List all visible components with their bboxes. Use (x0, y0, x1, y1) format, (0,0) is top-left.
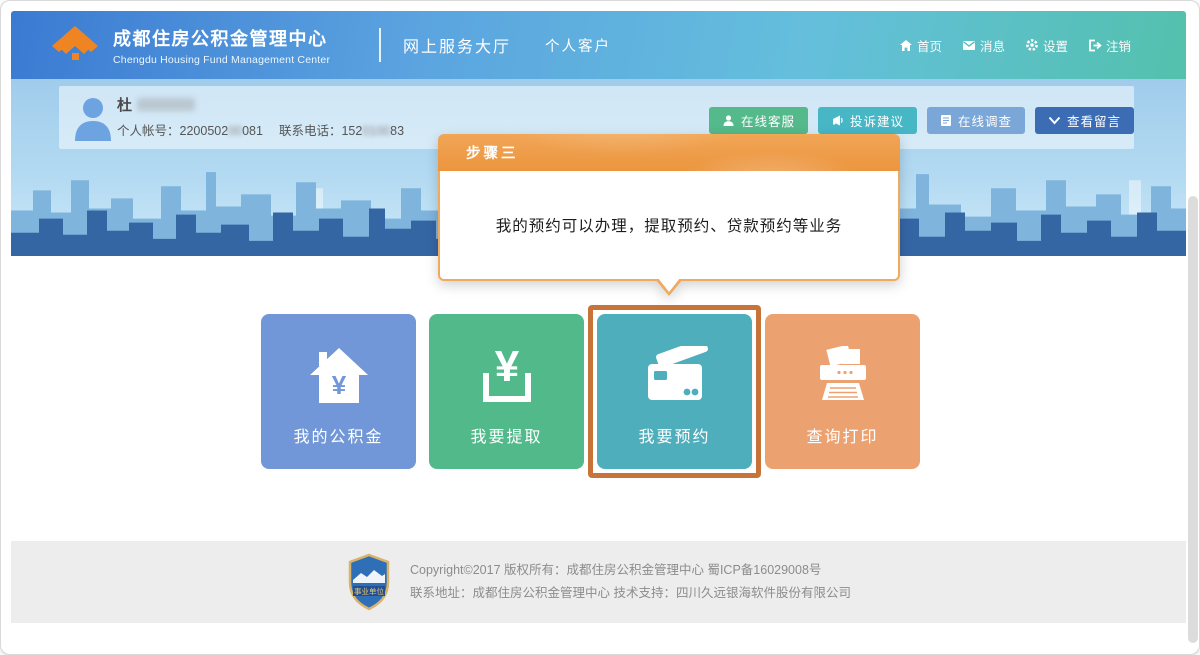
org-name-cn: 成都住房公积金管理中心 (113, 25, 330, 51)
user-name-row: 杜 (117, 94, 195, 115)
housing-fund-logo-icon (49, 23, 101, 67)
step-tooltip-body-wrap: 我的预约可以办理，提取预约、贷款预约等业务 (438, 171, 900, 281)
online-service-button[interactable]: 在线客服 (709, 107, 808, 134)
brand-text: 成都住房公积金管理中心 Chengdu Housing Fund Managem… (113, 25, 330, 66)
page-content: 成都住房公积金管理中心 Chengdu Housing Fund Managem… (11, 11, 1186, 649)
user-detail-row: 个人帐号：220050200081 联系电话：152010083 (117, 120, 404, 139)
org-name-en: Chengdu Housing Fund Management Center (113, 54, 330, 66)
svg-text:¥: ¥ (331, 370, 346, 400)
tile-withdraw[interactable]: ¥ 我要提取 (429, 314, 584, 469)
phone-start: 152 (341, 124, 362, 138)
page-footer: 事业单位 Copyright©2017 版权所有：成都住房公积金管理中心 蜀IC… (11, 541, 1186, 623)
tooltip-arrow-fill (658, 278, 680, 292)
account-label: 个人帐号： (117, 124, 180, 138)
online-service-label: 在线客服 (741, 111, 795, 130)
divider (379, 28, 381, 62)
account-number-start: 2200502 (180, 124, 229, 138)
message-icon (962, 39, 976, 51)
tile-make-appointment[interactable]: 我要预约 (597, 314, 752, 469)
step-tooltip-title: 步骤三 (438, 134, 900, 171)
bottom-strip (11, 623, 1186, 649)
tile-my-housing-fund[interactable]: ¥ 我的公积金 (261, 314, 416, 469)
top-nav: 首页 消息 设置 (899, 11, 1131, 79)
nav-messages[interactable]: 消息 (962, 36, 1005, 55)
appointment-cards-icon (597, 336, 752, 414)
nav-messages-label: 消息 (980, 36, 1005, 55)
nav-settings-label: 设置 (1043, 36, 1068, 55)
user-name: 杜 (117, 94, 132, 115)
user-avatar (71, 95, 115, 141)
chevron-down-icon (1048, 116, 1061, 125)
settings-icon (1025, 38, 1039, 52)
portal-title-block: 网上服务大厅 个人客户 (379, 27, 611, 63)
complaint-suggestion-label: 投诉建议 (850, 111, 904, 130)
customer-service-icon (722, 114, 735, 127)
svg-text:¥: ¥ (494, 343, 519, 391)
customer-type-label: 个人客户 (545, 35, 611, 56)
contact-line: 联系地址：成都住房公积金管理中心 技术支持：四川久远银海软件股份有限公司 (410, 582, 851, 605)
withdraw-icon: ¥ (429, 336, 584, 414)
footer-text: Copyright©2017 版权所有：成都住房公积金管理中心 蜀ICP备160… (410, 559, 851, 605)
nav-home[interactable]: 首页 (899, 36, 942, 55)
tile-label: 查询打印 (765, 423, 920, 447)
nav-logout[interactable]: 注销 (1088, 36, 1131, 55)
step-tooltip: 步骤三 我的预约可以办理，提取预约、贷款预约等业务 (438, 134, 900, 281)
complaint-suggestion-button[interactable]: 投诉建议 (818, 107, 917, 134)
tile-label: 我要预约 (597, 423, 752, 447)
badge-text: 事业单位 (354, 586, 384, 596)
scrollbar-thumb[interactable] (1188, 196, 1198, 643)
nav-logout-label: 注销 (1106, 36, 1131, 55)
tile-query-print[interactable]: 查询打印 (765, 314, 920, 469)
house-fund-icon: ¥ (261, 336, 416, 414)
phone-redacted: 0100 (362, 124, 390, 138)
brand-block: 成都住房公积金管理中心 Chengdu Housing Fund Managem… (49, 23, 330, 67)
nav-settings[interactable]: 设置 (1025, 36, 1068, 55)
home-icon (899, 39, 913, 52)
survey-icon (940, 114, 952, 127)
tile-label: 我要提取 (429, 423, 584, 447)
top-header-bar: 成都住房公积金管理中心 Chengdu Housing Fund Managem… (11, 11, 1186, 79)
portal-name: 网上服务大厅 (403, 33, 511, 57)
account-number-end: 081 (242, 124, 263, 138)
redacted-name (137, 98, 195, 111)
nav-home-label: 首页 (917, 36, 942, 55)
browser-page: 成都住房公积金管理中心 Chengdu Housing Fund Managem… (0, 0, 1200, 655)
view-messages-label: 查看留言 (1067, 111, 1121, 130)
phone-end: 83 (390, 124, 404, 138)
view-messages-button[interactable]: 查看留言 (1035, 107, 1134, 134)
step-tooltip-text: 我的预约可以办理，提取预约、贷款预约等业务 (496, 214, 843, 236)
account-number-redacted: 00 (228, 124, 242, 138)
logout-icon (1088, 39, 1102, 52)
online-survey-label: 在线调查 (958, 111, 1012, 130)
complaint-icon (831, 114, 844, 127)
tile-label: 我的公积金 (261, 423, 416, 447)
banner-buttons: 在线客服 投诉建议 在线调查 (709, 107, 1134, 134)
printer-icon (765, 336, 920, 414)
main-tiles-section: ¥ 我的公积金 ¥ 我要提取 (11, 256, 1186, 541)
online-survey-button[interactable]: 在线调查 (927, 107, 1025, 134)
public-institution-badge-icon: 事业单位 (346, 553, 392, 611)
phone-label: 联系电话： (279, 124, 342, 138)
copyright-line: Copyright©2017 版权所有：成都住房公积金管理中心 蜀ICP备160… (410, 559, 851, 582)
